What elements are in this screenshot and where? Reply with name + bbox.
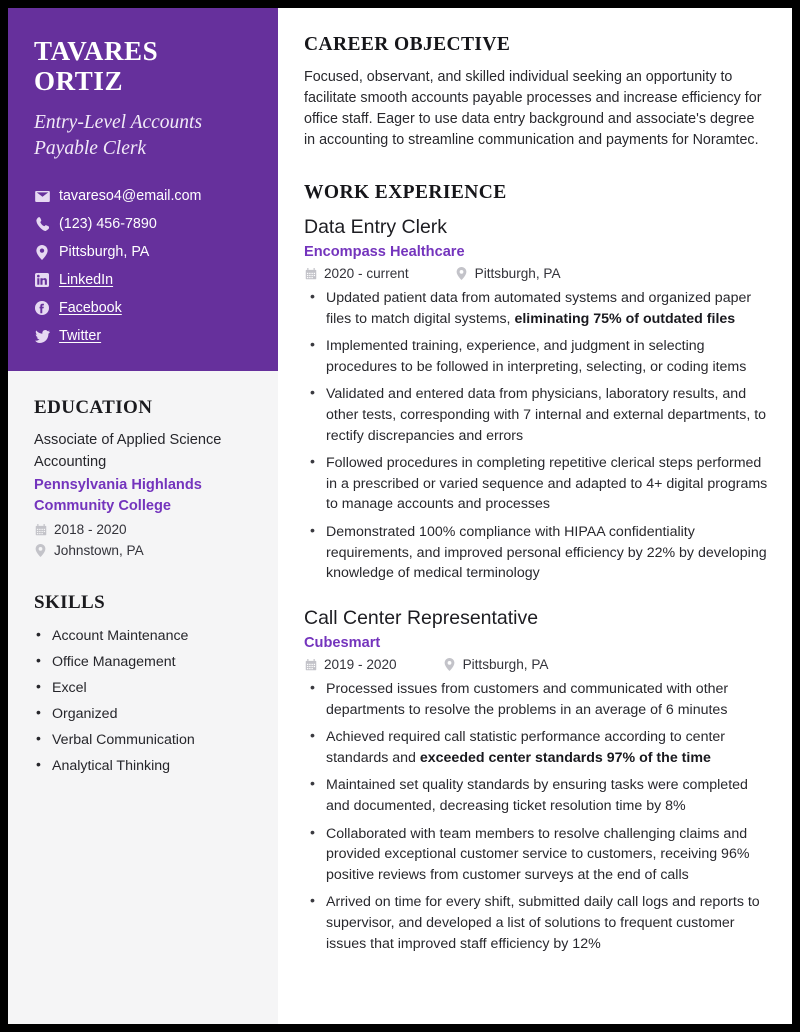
- career-objective-text: Focused, observant, and skilled individu…: [304, 69, 762, 149]
- main-content: Career Objective Focused, observant, and…: [278, 8, 792, 1024]
- education-location: Johnstown, PA: [54, 543, 144, 559]
- contact-item-label: Pittsburgh, PA: [59, 243, 150, 260]
- contact-item-label: tavareso4@email.com: [59, 187, 202, 204]
- job-organization: Cubesmart: [304, 635, 381, 652]
- job-bullet: Updated patient data from automated syst…: [304, 287, 768, 329]
- candidate-job-title: Entry-Level Accounts Payable Clerk: [34, 112, 203, 159]
- contact-item-label[interactable]: LinkedIn: [59, 272, 113, 289]
- education-degree: Associate of Applied Science: [34, 432, 222, 449]
- work-experience-section: Work Experience Data Entry Clerk Encompas…: [304, 182, 768, 955]
- bullet-text: Implemented training, experience, and ju…: [326, 338, 747, 375]
- job-bullet: Implemented training, experience, and ju…: [304, 335, 768, 377]
- job-meta: 2019 - 2020 Pittsburgh, PA: [304, 657, 768, 672]
- job-bullets: Updated patient data from automated syst…: [304, 287, 768, 584]
- skill-item: Excel: [34, 676, 252, 699]
- contact-list: tavareso4@email.com (123) 456-7890 Pittsbu…: [34, 187, 252, 345]
- job-location: Pittsburgh, PA: [474, 266, 561, 281]
- education-dates-row: 2018 - 2020: [34, 522, 252, 537]
- contact-item-twitter[interactable]: Twitter: [34, 327, 252, 345]
- career-objective-heading: Career Objective: [304, 34, 511, 55]
- map-pin-icon: [455, 267, 468, 280]
- skills-heading: Skills: [34, 592, 106, 614]
- job-bullet: Followed procedures in completing repeti…: [304, 452, 768, 515]
- sidebar-header: Tavares Ortiz Entry-Level Accounts Payab…: [8, 8, 278, 372]
- map-pin-icon: [34, 244, 50, 260]
- job-entry: Call Center Representative Cubesmart 2019 …: [304, 606, 768, 955]
- job-bullet: Collaborated with team members to resolv…: [304, 823, 768, 886]
- contact-item-map-pin: Pittsburgh, PA: [34, 243, 252, 261]
- career-objective-section: Career Objective Focused, observant, and…: [304, 34, 768, 152]
- jobs-container: Data Entry Clerk Encompass Healthcare 2020…: [304, 215, 768, 955]
- calendar-icon: [304, 267, 317, 280]
- work-experience-heading: Work Experience: [304, 181, 507, 203]
- education-section: Education Associate of Applied Science A…: [34, 397, 252, 558]
- candidate-name: Tavares Ortiz: [34, 36, 159, 97]
- phone-icon: [34, 217, 50, 232]
- education-school: Pennsylvania Highlands Community College: [34, 476, 202, 514]
- job-location: Pittsburgh, PA: [462, 657, 549, 673]
- education-dates: 2018 - 2020: [54, 522, 127, 538]
- skill-item: Organized: [34, 702, 252, 725]
- job-title: Call Center Representative: [304, 606, 539, 629]
- bullet-text: Validated and entered data from physicia…: [326, 386, 767, 444]
- contact-item-linkedin[interactable]: LinkedIn: [34, 271, 252, 289]
- job-location-row: Pittsburgh, PA: [443, 657, 549, 673]
- job-bullet: Demonstrated 100% compliance with HIPAA …: [304, 521, 768, 584]
- contact-item-envelope: tavareso4@email.com: [34, 187, 252, 205]
- calendar-icon: [304, 658, 317, 671]
- education-location-row: Johnstown, PA: [34, 543, 252, 558]
- linkedin-icon: [34, 273, 50, 288]
- skills-list: Account Maintenance Office Management Exce…: [34, 624, 252, 777]
- job-dates-row: 2020 - current: [304, 266, 409, 281]
- job-bullets: Processed issues from customers and comm…: [304, 678, 768, 954]
- contact-item-facebook[interactable]: Facebook: [34, 299, 252, 317]
- job-dates: 2020 - current: [324, 266, 409, 281]
- job-bullet: Maintained set quality standards by ensu…: [304, 774, 768, 816]
- job-entry: Data Entry Clerk Encompass Healthcare 2020…: [304, 215, 768, 584]
- bullet-text: Maintained set quality standards by ensu…: [326, 777, 748, 815]
- map-pin-icon: [34, 544, 47, 558]
- bullet-text: Demonstrated 100% compliance with HIPAA …: [326, 523, 767, 582]
- job-organization: Encompass Healthcare: [304, 244, 465, 260]
- job-dates: 2019 - 2020: [324, 657, 397, 673]
- calendar-icon: [34, 523, 47, 536]
- bullet-text: Processed issues from customers and comm…: [326, 681, 729, 718]
- bullet-text: Arrived on time for every shift, submitt…: [326, 894, 760, 952]
- contact-item-label: (123) 456-7890: [59, 215, 157, 232]
- sidebar: Tavares Ortiz Entry-Level Accounts Payab…: [8, 8, 278, 1024]
- resume-page: Tavares Ortiz Entry-Level Accounts Payab…: [8, 8, 792, 1024]
- skill-item: Office Management: [34, 650, 252, 673]
- education-major: Accounting: [34, 454, 107, 471]
- job-location-row: Pittsburgh, PA: [455, 266, 561, 281]
- skills-section: Skills Account Maintenance Office Managem…: [34, 592, 252, 777]
- contact-item-label[interactable]: Twitter: [59, 328, 101, 345]
- sidebar-body: Education Associate of Applied Science A…: [8, 371, 278, 1024]
- skill-item: Verbal Communication: [34, 728, 252, 751]
- education-heading: Education: [34, 397, 153, 419]
- job-title: Data Entry Clerk: [304, 215, 448, 238]
- map-pin-icon: [443, 658, 456, 672]
- job-bullet: Processed issues from customers and comm…: [304, 678, 768, 720]
- envelope-icon: [34, 190, 50, 202]
- job-meta: 2020 - current Pittsburgh, PA: [304, 266, 768, 281]
- skill-item: Account Maintenance: [34, 624, 252, 647]
- facebook-icon: [34, 301, 50, 316]
- contact-item-label[interactable]: Facebook: [59, 300, 122, 317]
- job-dates-row: 2019 - 2020: [304, 657, 397, 672]
- job-bullet: Achieved required call statistic perform…: [304, 726, 768, 768]
- skill-item: Analytical Thinking: [34, 754, 252, 777]
- contact-item-phone: (123) 456-7890: [34, 215, 252, 233]
- twitter-icon: [34, 329, 50, 343]
- bullet-text: Collaborated with team members to resolv…: [326, 825, 750, 883]
- bullet-emphasis: exceeded center standards 97% of the tim…: [419, 749, 711, 766]
- bullet-text: Followed procedures in completing repeti…: [326, 455, 768, 513]
- job-bullet: Validated and entered data from physicia…: [304, 383, 768, 446]
- bullet-emphasis: eliminating 75% of outdated files: [514, 310, 736, 327]
- job-bullet: Arrived on time for every shift, submitt…: [304, 891, 768, 954]
